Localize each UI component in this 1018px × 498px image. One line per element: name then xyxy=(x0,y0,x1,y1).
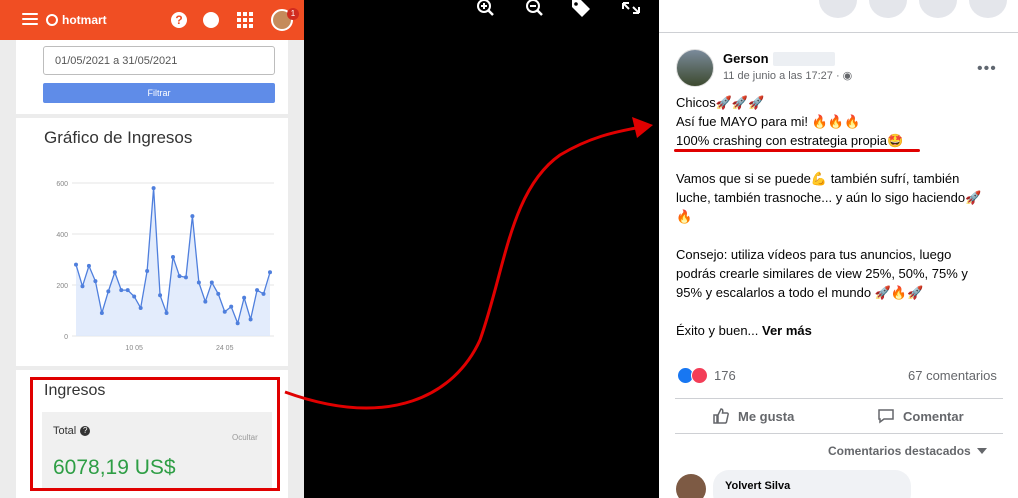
author-surname-blurred xyxy=(773,52,835,66)
post-date-text: 11 de junio a las 17:27 · xyxy=(723,70,843,82)
post-date[interactable]: 11 de junio a las 17:27 · ◉ xyxy=(723,69,852,82)
top-action-buttons xyxy=(819,0,1007,18)
featured-comments-label: Comentarios destacados xyxy=(828,444,971,458)
caret-down-icon xyxy=(976,448,987,454)
y-tick-label: 400 xyxy=(56,232,68,239)
data-point xyxy=(203,299,208,304)
data-point xyxy=(125,288,130,293)
author-name[interactable]: Gerson xyxy=(723,51,769,66)
data-point xyxy=(229,304,234,309)
post-line: Consejo: utiliza vídeos para tus anuncio… xyxy=(676,247,952,262)
tag-icon[interactable] xyxy=(569,0,591,20)
more-options-icon[interactable]: ••• xyxy=(977,60,997,78)
thumbs-up-icon xyxy=(713,408,729,424)
data-point xyxy=(171,254,175,259)
red-highlight-box xyxy=(30,377,280,491)
data-point xyxy=(132,294,137,299)
hotmart-top-bar: hotmart ? 1 xyxy=(0,0,304,40)
data-point xyxy=(158,293,163,298)
account-menu-icon[interactable] xyxy=(969,0,1007,18)
data-point xyxy=(112,270,117,275)
date-range-field[interactable]: 01/05/2021 a 31/05/2021 xyxy=(43,46,275,75)
y-tick-label: 600 xyxy=(56,181,68,188)
filter-button[interactable]: Filtrar xyxy=(43,83,275,103)
data-point xyxy=(209,280,214,285)
data-point xyxy=(145,268,150,273)
chart-title: Gráfico de Ingresos xyxy=(44,128,193,147)
post-line: Vamos que si se puede💪 también sufrí, ta… xyxy=(676,171,960,186)
like-label: Me gusta xyxy=(738,408,795,424)
data-point xyxy=(86,263,91,268)
messenger-icon[interactable] xyxy=(869,0,907,18)
data-point xyxy=(74,262,78,267)
data-point xyxy=(99,311,104,316)
comment-icon xyxy=(878,409,894,424)
post-line: 95% y escalarlos a todo el mundo 🚀🔥🚀 xyxy=(676,285,924,300)
data-point xyxy=(190,214,195,219)
data-point xyxy=(242,295,247,300)
fullscreen-icon[interactable] xyxy=(620,0,642,20)
hamburger-menu-icon[interactable] xyxy=(22,13,38,25)
hotmart-brand-name: hotmart xyxy=(62,13,107,27)
red-underline xyxy=(674,149,920,152)
data-point xyxy=(248,317,253,322)
x-tick-label: 10 05 xyxy=(125,345,143,352)
see-more-link[interactable]: Ver más xyxy=(762,323,812,338)
post-line: Éxito y buen... Ver más xyxy=(676,323,812,338)
post-line: 100% crashing con estrategia propia🤩 xyxy=(676,133,904,148)
data-point xyxy=(222,309,227,314)
income-chart: 0 200 400 600 10 05 24 05 xyxy=(56,181,274,352)
data-point xyxy=(261,291,266,296)
notifications-icon[interactable] xyxy=(919,0,957,18)
like-button[interactable]: Me gusta xyxy=(712,407,794,425)
store-icon[interactable] xyxy=(203,12,219,28)
data-point xyxy=(268,270,272,275)
data-point xyxy=(151,186,156,191)
commenter-avatar[interactable] xyxy=(676,474,706,498)
hotmart-logo[interactable]: hotmart xyxy=(46,13,107,27)
comments-count-link[interactable]: 67 comentarios xyxy=(908,368,997,383)
love-reaction-icon xyxy=(691,367,708,384)
globe-icon: ◉ xyxy=(842,70,853,82)
data-point xyxy=(216,291,221,296)
reactions-summary[interactable]: 176 xyxy=(677,367,736,384)
data-point xyxy=(106,289,111,294)
data-point xyxy=(255,288,260,293)
post-line: podrás crearle similares de view 25%, 50… xyxy=(676,266,968,281)
header-divider xyxy=(659,32,1018,33)
apps-grid-icon[interactable] xyxy=(237,12,253,28)
help-icon[interactable]: ? xyxy=(171,12,187,28)
data-point xyxy=(93,279,98,284)
data-point xyxy=(80,284,85,289)
screenshot-stage: hotmart ? 1 01/05/2021 a 31/05/2021 Filt… xyxy=(0,0,1018,498)
zoom-in-icon[interactable] xyxy=(474,0,496,20)
x-tick-label: 24 05 xyxy=(216,345,234,352)
reaction-count: 176 xyxy=(714,368,736,383)
comment-button[interactable]: Comentar xyxy=(877,407,964,425)
data-point xyxy=(177,274,182,279)
data-point xyxy=(235,321,240,326)
actions-divider-top xyxy=(675,398,1003,399)
post-line: Chicos🚀🚀🚀 xyxy=(676,95,765,110)
data-point xyxy=(138,305,143,310)
data-point xyxy=(196,280,201,285)
post-line: luche, también trasnoche... y aún lo sig… xyxy=(676,190,982,205)
post-line: Así fue MAYO para mi! 🔥🔥🔥 xyxy=(676,114,861,129)
y-tick-label: 0 xyxy=(64,334,68,341)
comment-label: Comentar xyxy=(903,408,964,424)
actions-divider-bottom xyxy=(675,433,1003,434)
data-point xyxy=(119,288,124,293)
commenter-name[interactable]: Yolvert Silva xyxy=(725,480,790,492)
notification-badge: 1 xyxy=(287,8,299,20)
post-line: 🔥 xyxy=(676,209,693,224)
zoom-out-icon[interactable] xyxy=(523,0,545,20)
add-icon[interactable] xyxy=(819,0,857,18)
y-tick-label: 200 xyxy=(56,283,68,290)
hotmart-flame-icon xyxy=(46,14,58,26)
featured-comments-dropdown[interactable]: Comentarios destacados xyxy=(828,444,987,458)
data-point xyxy=(183,275,188,280)
data-point xyxy=(164,311,169,316)
author-avatar[interactable] xyxy=(676,49,714,87)
